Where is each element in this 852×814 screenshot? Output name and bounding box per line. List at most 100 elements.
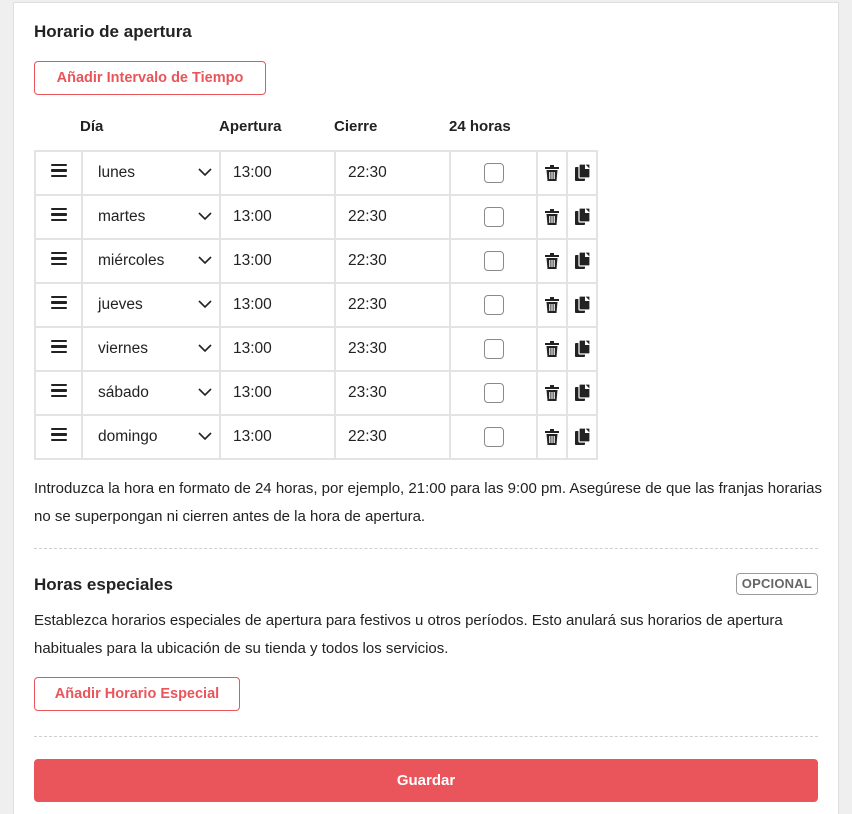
drag-handle-icon <box>50 425 67 445</box>
delete-cell <box>536 238 568 284</box>
copy-icon[interactable] <box>574 427 591 446</box>
drag-handle-icon <box>50 293 67 313</box>
save-button[interactable]: Guardar <box>34 759 818 802</box>
all-day-checkbox[interactable] <box>483 339 504 359</box>
hours-row: miércoles 13:00 22:30 <box>34 238 598 284</box>
chevron-down-icon <box>198 344 212 353</box>
day-select[interactable]: jueves <box>81 282 221 328</box>
drag-handle-icon <box>50 337 67 357</box>
all-day-checkbox[interactable] <box>483 295 504 315</box>
chevron-down-icon <box>198 300 212 309</box>
all-day-cell <box>449 194 538 240</box>
optional-badge: OPCIONAL <box>735 573 818 595</box>
time-format-help-text: Introduzca la hora en formato de 24 hora… <box>34 480 822 525</box>
opening-hours-table: lunes 13:00 22:30 martes 13:00 22:30 mié… <box>34 150 598 460</box>
day-select-value: sábado <box>98 384 149 401</box>
all-day-cell <box>449 238 538 284</box>
close-time-input[interactable]: 22:30 <box>334 282 451 328</box>
day-select[interactable]: miércoles <box>81 238 221 284</box>
all-day-checkbox[interactable] <box>483 427 504 447</box>
open-time-input[interactable]: 13:00 <box>219 326 336 372</box>
hours-row: sábado 13:00 23:30 <box>34 370 598 416</box>
close-time-input[interactable]: 22:30 <box>334 150 451 196</box>
day-select[interactable]: martes <box>81 194 221 240</box>
all-day-checkbox[interactable] <box>483 251 504 271</box>
section-divider <box>34 548 818 549</box>
trash-icon[interactable] <box>545 428 559 445</box>
copy-icon[interactable] <box>574 339 591 358</box>
special-hours-description: Establezca horarios especiales de apertu… <box>34 612 783 657</box>
open-time-input[interactable]: 13:00 <box>219 414 336 460</box>
trash-icon[interactable] <box>545 340 559 357</box>
day-select-value: martes <box>98 208 146 225</box>
close-time-input[interactable]: 22:30 <box>334 238 451 284</box>
drag-handle-icon <box>50 161 67 181</box>
copy-cell <box>566 370 598 416</box>
drag-handle[interactable] <box>34 282 83 328</box>
trash-icon[interactable] <box>545 384 559 401</box>
close-time-input[interactable]: 22:30 <box>334 194 451 240</box>
column-header-all-day: 24 horas <box>449 118 511 135</box>
all-day-cell <box>449 150 538 196</box>
open-time-input[interactable]: 13:00 <box>219 150 336 196</box>
day-select-value: domingo <box>98 428 158 445</box>
copy-icon[interactable] <box>574 163 591 182</box>
open-time-input[interactable]: 13:00 <box>219 370 336 416</box>
trash-icon[interactable] <box>545 164 559 181</box>
close-time-input[interactable]: 22:30 <box>334 414 451 460</box>
trash-icon[interactable] <box>545 296 559 313</box>
drag-handle-icon <box>50 249 67 269</box>
drag-handle[interactable] <box>34 238 83 284</box>
all-day-checkbox[interactable] <box>483 163 504 183</box>
day-select[interactable]: lunes <box>81 150 221 196</box>
delete-cell <box>536 282 568 328</box>
close-time-input[interactable]: 23:30 <box>334 326 451 372</box>
copy-cell <box>566 326 598 372</box>
drag-handle[interactable] <box>34 150 83 196</box>
drag-handle[interactable] <box>34 370 83 416</box>
copy-cell <box>566 194 598 240</box>
all-day-checkbox[interactable] <box>483 383 504 403</box>
day-select-value: viernes <box>98 340 148 357</box>
all-day-checkbox[interactable] <box>483 207 504 227</box>
add-time-interval-button[interactable]: Añadir Intervalo de Tiempo <box>34 61 266 95</box>
day-select-value: lunes <box>98 164 136 181</box>
section-divider <box>34 736 818 737</box>
open-time-input[interactable]: 13:00 <box>219 238 336 284</box>
open-time-input[interactable]: 13:00 <box>219 194 336 240</box>
delete-cell <box>536 370 568 416</box>
copy-icon[interactable] <box>574 207 591 226</box>
hours-row: domingo 13:00 22:30 <box>34 414 598 460</box>
opening-hours-panel: Horario de apertura Añadir Intervalo de … <box>13 2 839 814</box>
copy-cell <box>566 414 598 460</box>
delete-cell <box>536 414 568 460</box>
all-day-cell <box>449 370 538 416</box>
drag-handle[interactable] <box>34 414 83 460</box>
copy-icon[interactable] <box>574 295 591 314</box>
delete-cell <box>536 326 568 372</box>
drag-handle[interactable] <box>34 194 83 240</box>
trash-icon[interactable] <box>545 208 559 225</box>
hours-row: lunes 13:00 22:30 <box>34 150 598 196</box>
chevron-down-icon <box>198 212 212 221</box>
day-select-value: miércoles <box>98 252 165 269</box>
trash-icon[interactable] <box>545 252 559 269</box>
hours-row: jueves 13:00 22:30 <box>34 282 598 328</box>
chevron-down-icon <box>198 432 212 441</box>
chevron-down-icon <box>198 388 212 397</box>
copy-cell <box>566 282 598 328</box>
day-select[interactable]: domingo <box>81 414 221 460</box>
column-header-open: Apertura <box>219 118 282 135</box>
close-time-input[interactable]: 23:30 <box>334 370 451 416</box>
copy-icon[interactable] <box>574 383 591 402</box>
copy-icon[interactable] <box>574 251 591 270</box>
drag-handle[interactable] <box>34 326 83 372</box>
day-select[interactable]: sábado <box>81 370 221 416</box>
hours-row: viernes 13:00 23:30 <box>34 326 598 372</box>
drag-handle-icon <box>50 205 67 225</box>
open-time-input[interactable]: 13:00 <box>219 282 336 328</box>
copy-cell <box>566 238 598 284</box>
add-special-hours-button[interactable]: Añadir Horario Especial <box>34 677 240 711</box>
day-select[interactable]: viernes <box>81 326 221 372</box>
delete-cell <box>536 194 568 240</box>
